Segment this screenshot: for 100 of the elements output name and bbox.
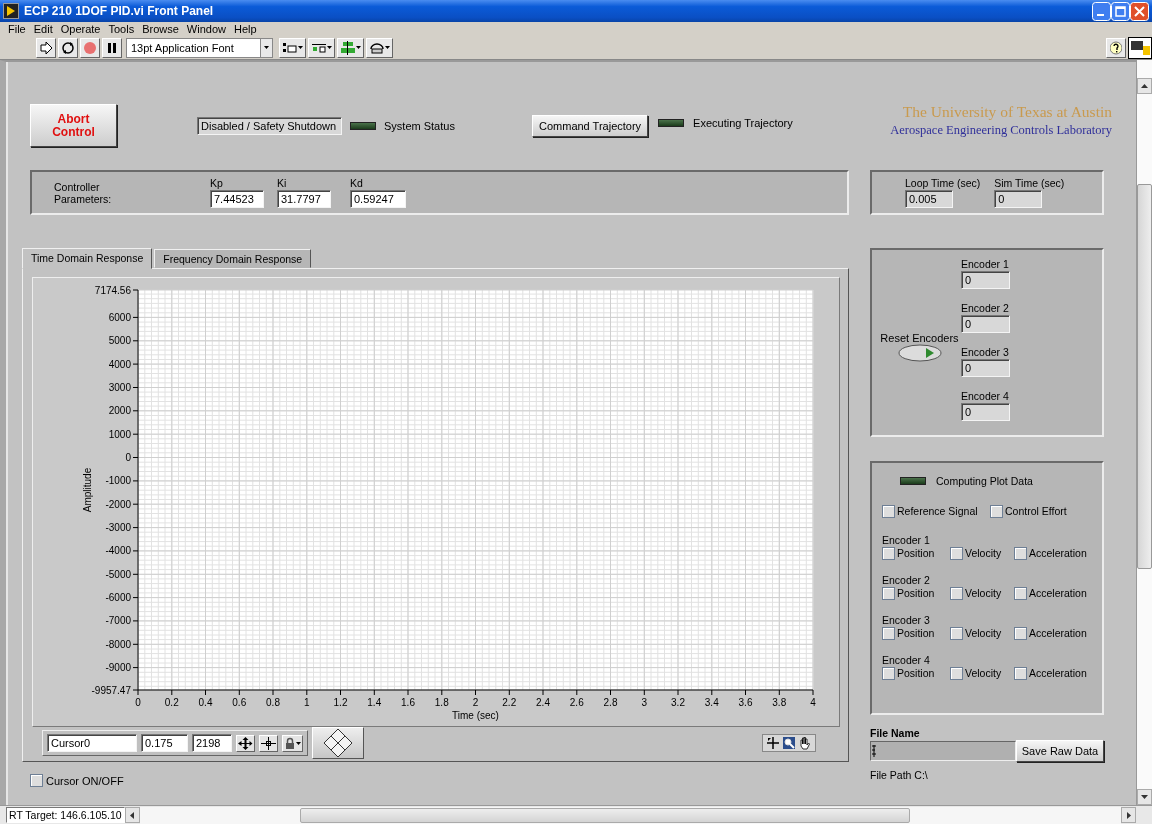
number-field[interactable]: 2198: [192, 734, 232, 752]
checkbox[interactable]: [1014, 586, 1027, 600]
checkbox-label: Acceleration: [1029, 587, 1087, 599]
number-field[interactable]: 31.7797: [277, 190, 331, 208]
font-dropdown[interactable]: 13pt Application Font: [126, 37, 273, 58]
axis-tick-label: 0: [135, 697, 141, 708]
group-label: Encoder 2: [882, 574, 931, 586]
axis-tick-label: 2.8: [603, 697, 618, 708]
axis-tick-label: 0.8: [266, 697, 280, 708]
checkbox[interactable]: [882, 586, 895, 600]
axis-tick-label: 3000: [108, 381, 131, 393]
value-display: 0: [994, 190, 1043, 208]
circular-arrows-icon: [61, 40, 75, 55]
checkbox[interactable]: [950, 546, 963, 560]
number-field[interactable]: 0.59247: [350, 190, 406, 208]
field-label: Kd: [350, 177, 364, 189]
menu-item[interactable]: Window: [182, 23, 230, 35]
cursor-movement-button[interactable]: [312, 727, 364, 759]
axis-tick-label: -9957.47: [91, 684, 131, 696]
window-title: ECP 210 1DOF PID.vi Front Panel: [24, 4, 215, 18]
scroll-up-button[interactable]: [1137, 78, 1152, 94]
scroll-down-button[interactable]: [1137, 789, 1152, 805]
field-label: File Name: [870, 727, 921, 739]
maximize-icon[interactable]: [1111, 1, 1130, 21]
checkbox[interactable]: [30, 774, 43, 787]
menu-item[interactable]: Browse: [138, 23, 183, 35]
indicator-label: System Status: [384, 120, 455, 132]
zoom-icon[interactable]: [766, 736, 780, 750]
axis-tick-label: 1.4: [367, 697, 382, 708]
checkbox[interactable]: [882, 546, 895, 560]
target-label: RT Target: 146.6.105.10: [6, 807, 125, 823]
help-button[interactable]: [1106, 37, 1126, 58]
crosshair-icon: [261, 736, 276, 750]
resize-button[interactable]: [336, 37, 364, 58]
field-label: Encoder 4: [961, 390, 1010, 402]
scroll-right-button[interactable]: [1121, 807, 1136, 823]
axis-tick-label: 3.4: [704, 697, 719, 708]
group-label: Encoder 3: [882, 614, 931, 626]
down-arrow-icon: [1141, 795, 1148, 799]
menu-item[interactable]: Operate: [56, 23, 105, 35]
checkbox[interactable]: [950, 666, 963, 680]
left-arrow-icon: [130, 811, 135, 819]
checkbox[interactable]: [950, 586, 963, 600]
align-icon: [281, 40, 298, 55]
menu-item[interactable]: Help: [229, 23, 261, 35]
axis-tick-label: -4000: [105, 545, 131, 557]
crosshair-button[interactable]: [259, 734, 278, 752]
menu-item[interactable]: File: [4, 23, 30, 35]
checkbox[interactable]: [882, 666, 895, 680]
minimize-icon[interactable]: [1092, 1, 1111, 21]
checkbox[interactable]: [1014, 546, 1027, 560]
field-label: Encoder 1: [961, 258, 1010, 270]
checkbox[interactable]: [882, 504, 895, 518]
value-display: 0: [961, 403, 1010, 421]
menu-item[interactable]: Tools: [104, 23, 139, 35]
path-field[interactable]: [870, 741, 1016, 761]
axis-tick-label: -2000: [105, 498, 131, 510]
distribute-button[interactable]: [307, 37, 335, 58]
menu-item[interactable]: Edit: [29, 23, 57, 35]
command-trajectory-button[interactable]: Command Trajectory: [532, 115, 649, 137]
abort-control-button[interactable]: Abort Control: [30, 104, 117, 147]
checkbox[interactable]: [1014, 626, 1027, 640]
checkbox[interactable]: [882, 626, 895, 640]
axis-tick-label: -9000: [105, 662, 131, 674]
number-field[interactable]: 7.44523: [210, 190, 264, 208]
value-display: 0: [961, 271, 1010, 289]
field-label: Loop Time (sec): [905, 177, 981, 189]
run-button[interactable]: [36, 37, 56, 58]
lab-name: Aerospace Engineering Controls Laboratory: [890, 123, 1112, 138]
tab[interactable]: Time Domain Response: [22, 248, 153, 269]
run-continuously-button[interactable]: [58, 37, 78, 58]
scrollbar-thumb[interactable]: [1137, 184, 1152, 569]
caret-icon: [384, 46, 390, 49]
scrollbar-thumb[interactable]: [299, 807, 910, 823]
axis-tick-label: 1.2: [333, 697, 348, 708]
checkbox-label: Velocity: [965, 547, 1002, 559]
checkbox[interactable]: [950, 626, 963, 640]
diamond-pad-icon: [323, 728, 353, 758]
hand-icon[interactable]: [798, 736, 812, 750]
checkbox[interactable]: [990, 504, 1003, 518]
lock-button[interactable]: [282, 734, 303, 752]
move-cursor-button[interactable]: [236, 734, 255, 752]
checkbox-label: Velocity: [965, 587, 1002, 599]
magnifier-icon[interactable]: [782, 736, 796, 750]
save-raw-data-button[interactable]: Save Raw Data: [1016, 740, 1104, 762]
axis-tick-label: 2.4: [536, 697, 550, 708]
number-field[interactable]: Cursor0: [47, 734, 137, 752]
abort-button[interactable]: [80, 37, 100, 58]
checkbox[interactable]: [1014, 666, 1027, 680]
checkbox-label: Acceleration: [1029, 667, 1087, 679]
file-path-text: File Path C:\: [870, 769, 929, 781]
reorder-button[interactable]: [365, 37, 393, 58]
lock-icon: [284, 736, 296, 750]
up-arrow-icon: [1141, 84, 1148, 88]
close-icon[interactable]: [1130, 1, 1149, 21]
align-button[interactable]: [278, 37, 306, 58]
tab[interactable]: Frequency Domain Response: [154, 249, 312, 268]
pause-button[interactable]: [102, 37, 122, 58]
oval-button[interactable]: [897, 343, 942, 362]
number-field[interactable]: 0.175: [141, 734, 188, 752]
